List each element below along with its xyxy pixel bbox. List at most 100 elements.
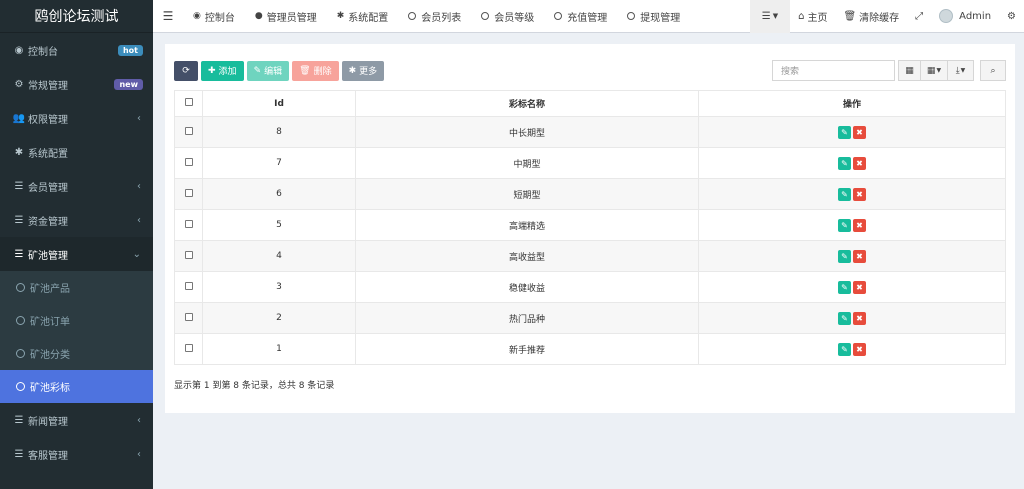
cell-actions: ✎ ✖ xyxy=(698,302,1006,334)
edit-row-button[interactable]: ✎ xyxy=(838,342,851,356)
hot-badge: hot xyxy=(117,44,143,56)
delete-button[interactable]: 🗑 删除 xyxy=(292,60,339,81)
delete-row-button[interactable]: ✖ xyxy=(853,342,866,356)
delete-row-button[interactable]: ✖ xyxy=(853,218,866,232)
edit-label: 编辑 xyxy=(264,67,283,77)
row-checkbox[interactable] xyxy=(184,157,193,166)
sidebar-item-label: 控制台 xyxy=(28,46,58,58)
sidebar-item-permissions[interactable]: 👥 权限管理 ‹ xyxy=(0,101,153,135)
column-header-name[interactable]: 彩标名称 xyxy=(355,90,699,117)
edit-row-button[interactable]: ✎ xyxy=(838,311,851,325)
cell-name: 新手推荐 xyxy=(355,333,699,365)
user-menu[interactable]: Admin xyxy=(931,0,999,33)
select-all-checkbox[interactable] xyxy=(184,98,193,106)
row-checkbox[interactable] xyxy=(184,219,193,228)
sidebar-item-funds[interactable]: ☰ 资金管理 ‹ xyxy=(0,203,153,237)
more-button[interactable]: ✱ 更多 xyxy=(341,60,385,81)
cell-name: 稳健收益 xyxy=(355,271,699,303)
cell-actions: ✎ ✖ xyxy=(698,240,1006,272)
row-checkbox[interactable] xyxy=(184,343,193,352)
edit-row-button[interactable]: ✎ xyxy=(838,218,851,232)
tab-recharge[interactable]: 充值管理 xyxy=(544,0,617,33)
tab-system-config[interactable]: ✱ 系统配置 xyxy=(327,0,399,33)
delete-row-button[interactable]: ✖ xyxy=(853,249,866,263)
sidebar-item-label: 客服管理 xyxy=(28,450,68,462)
sidebar-item-support[interactable]: ☰ 客服管理 ‹ xyxy=(0,437,153,471)
export-button[interactable]: ⤓ ▼ xyxy=(947,60,974,81)
refresh-button[interactable]: ⟳ xyxy=(174,60,198,81)
tab-member-list[interactable]: 会员列表 xyxy=(398,0,471,33)
download-icon: ⤓ xyxy=(955,65,960,76)
columns-button[interactable]: ▦ ▼ xyxy=(920,60,947,81)
tab-member-levels[interactable]: 会员等级 xyxy=(471,0,544,33)
trash-icon: ✖ xyxy=(856,251,863,261)
fullscreen-button[interactable]: ⤢ xyxy=(907,0,931,33)
user-icon: ● xyxy=(254,11,263,21)
sidebar-item-dashboard[interactable]: ◉ 控制台 hot xyxy=(0,33,153,67)
sidebar-item-general[interactable]: ⚙ 常规管理 new xyxy=(0,67,153,101)
app-logo[interactable]: 鸥创论坛测试 xyxy=(0,0,153,33)
sidebar-item-news[interactable]: ☰ 新闻管理 ‹ xyxy=(0,403,153,437)
sidebar-subitem-pool-categories[interactable]: 矿池分类 xyxy=(0,337,153,370)
tab-list-dropdown[interactable]: ☰ ▼ xyxy=(749,0,791,33)
sidebar-subitem-pool-products[interactable]: 矿池产品 xyxy=(0,271,153,304)
pagination-summary: 显示第 1 到第 8 条记录，总共 8 条记录 xyxy=(174,381,335,391)
list-icon: ☰ xyxy=(761,10,771,22)
table-row: 1 新手推荐 ✎ ✖ xyxy=(174,333,1006,365)
sidebar-subitem-pool-orders[interactable]: 矿池订单 xyxy=(0,304,153,337)
search-icon: ⌕ xyxy=(990,65,996,76)
row-checkbox[interactable] xyxy=(184,281,193,290)
row-checkbox[interactable] xyxy=(184,188,193,197)
delete-row-button[interactable]: ✖ xyxy=(853,280,866,294)
row-checkbox[interactable] xyxy=(184,126,193,135)
sidebar-item-label: 会员管理 xyxy=(28,182,68,194)
sidebar-item-label: 常规管理 xyxy=(28,80,68,92)
sidebar-item-label: 系统配置 xyxy=(28,148,68,160)
caret-down-icon: ▼ xyxy=(960,67,966,74)
cell-id: 1 xyxy=(202,333,356,365)
home-link[interactable]: ⌂ 主页 xyxy=(790,0,835,33)
sidebar: 鸥创论坛测试 ◉ 控制台 hot ⚙ 常规管理 new 👥 权限管理 ‹ ✱ 系… xyxy=(0,0,153,489)
chevron-down-icon: ⌄ xyxy=(132,248,141,260)
users-icon: 👥 xyxy=(12,112,26,124)
clear-cache-label: 清除缓存 xyxy=(859,12,900,24)
edit-button[interactable]: ✎ 编辑 xyxy=(246,60,290,81)
edit-row-button[interactable]: ✎ xyxy=(838,187,851,201)
delete-row-button[interactable]: ✖ xyxy=(853,125,866,139)
row-checkbox[interactable] xyxy=(184,250,193,259)
delete-row-button[interactable]: ✖ xyxy=(853,156,866,170)
list-icon: ☰ xyxy=(14,414,24,426)
pencil-icon: ✎ xyxy=(841,158,848,168)
sidebar-subitem-pool-labels[interactable]: 矿池彩标 xyxy=(0,370,153,403)
clear-cache-button[interactable]: 🗑 清除缓存 xyxy=(835,0,907,33)
search-input[interactable]: 搜索 xyxy=(772,60,895,81)
sidebar-item-system-config[interactable]: ✱ 系统配置 xyxy=(0,135,153,169)
add-button[interactable]: ✚ 添加 xyxy=(201,60,244,81)
pencil-icon: ✎ xyxy=(253,65,262,76)
cogs-icon: ⚙ xyxy=(1007,10,1016,22)
tab-withdraw[interactable]: 提现管理 xyxy=(617,0,690,33)
toggle-view-button[interactable]: ▦ xyxy=(898,60,920,81)
delete-row-button[interactable]: ✖ xyxy=(853,187,866,201)
plus-icon: ✚ xyxy=(208,65,216,76)
row-checkbox[interactable] xyxy=(184,312,193,321)
edit-row-button[interactable]: ✎ xyxy=(838,249,851,263)
edit-row-button[interactable]: ✎ xyxy=(838,156,851,170)
menu-toggle-button[interactable]: ☰ xyxy=(153,9,183,23)
pencil-icon: ✎ xyxy=(841,189,848,199)
search-button[interactable]: ⌕ xyxy=(980,60,1006,81)
edit-row-button[interactable]: ✎ xyxy=(838,125,851,139)
delete-row-button[interactable]: ✖ xyxy=(853,311,866,325)
hamburger-icon: ☰ xyxy=(162,9,174,23)
edit-row-button[interactable]: ✎ xyxy=(838,280,851,294)
settings-button[interactable]: ⚙ xyxy=(999,0,1024,33)
sidebar-item-pool[interactable]: ☰ 矿池管理 ⌄ xyxy=(0,237,153,271)
column-header-id[interactable]: Id xyxy=(202,90,356,117)
tab-dashboard[interactable]: ◉ 控制台 xyxy=(183,0,245,33)
tab-admin-management[interactable]: ● 管理员管理 xyxy=(245,0,327,33)
avatar xyxy=(939,9,954,23)
sidebar-item-members[interactable]: ☰ 会员管理 ‹ xyxy=(0,169,153,203)
table-toolbar: ⟳ ✚ 添加 ✎ 编辑 🗑 删除 ✱ 更多 搜索 ▦ ▦ ▼ ⤓ ▼ ⌕ xyxy=(174,60,1006,81)
circle-icon xyxy=(627,12,636,20)
sidebar-item-label: 资金管理 xyxy=(28,216,68,228)
